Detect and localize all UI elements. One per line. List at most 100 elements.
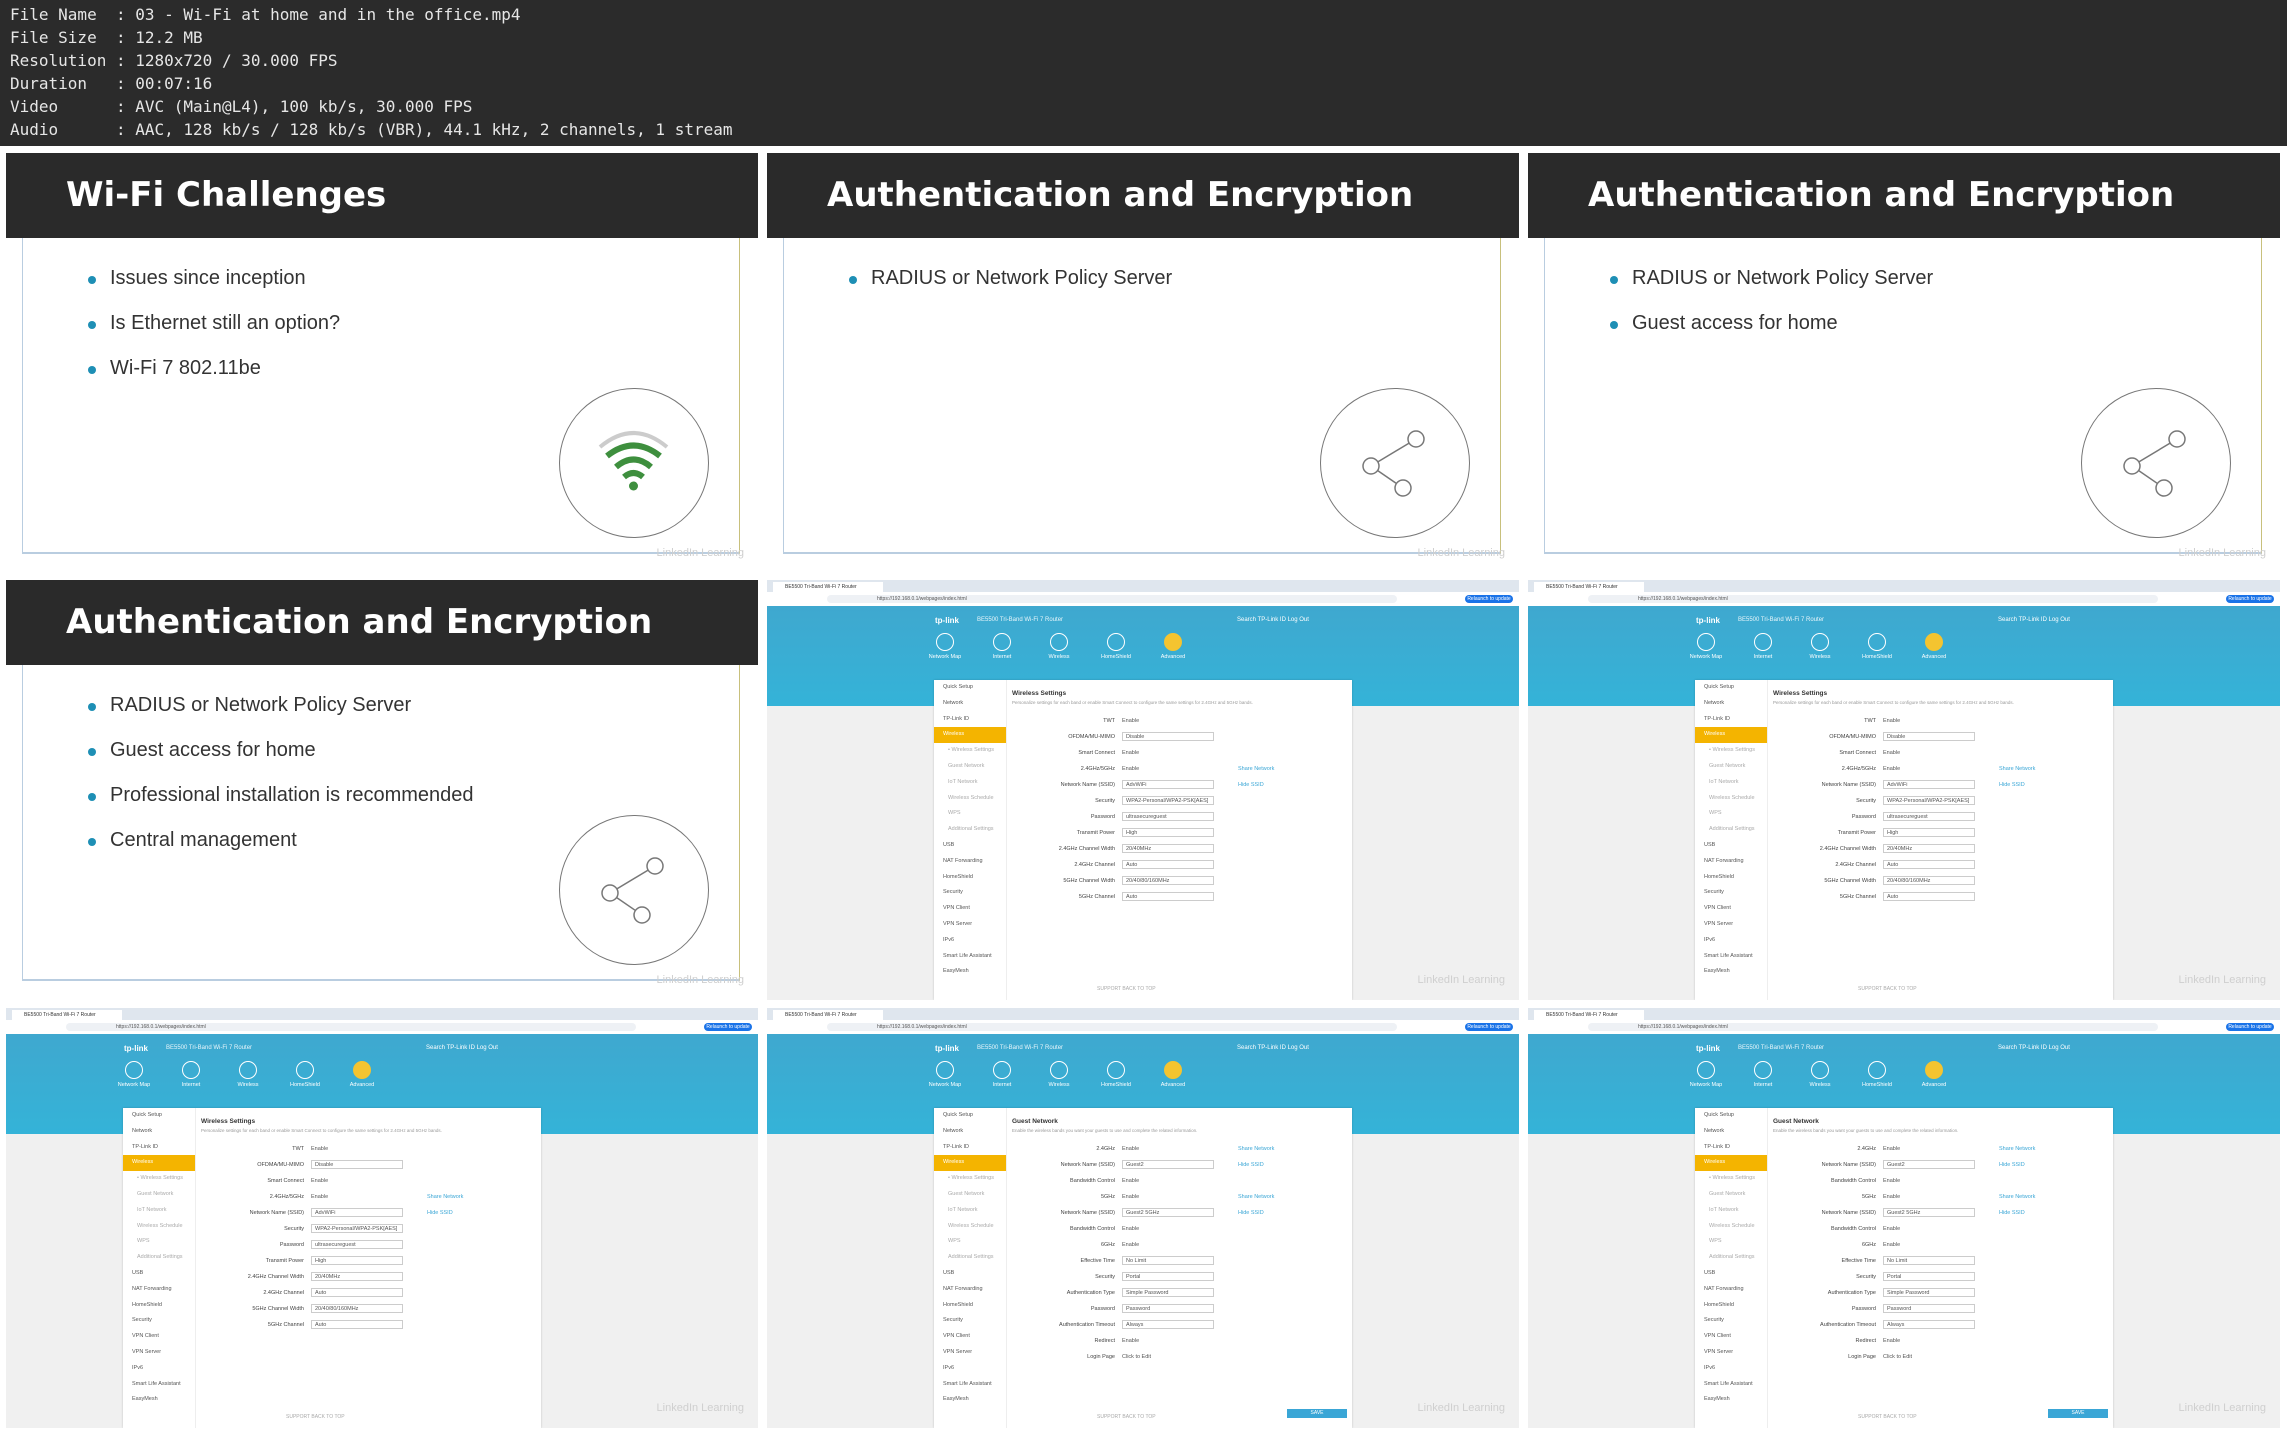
field-value[interactable]: ultrasecureguest bbox=[1122, 812, 1214, 821]
sidebar-item[interactable]: WPS bbox=[934, 806, 1006, 822]
nav-network-map[interactable]: Network Map bbox=[1683, 1061, 1729, 1088]
sidebar-item[interactable]: NAT Forwarding bbox=[123, 1282, 195, 1298]
sidebar-item[interactable]: Wireless Schedule bbox=[934, 791, 1006, 807]
sidebar-item[interactable]: USB bbox=[1695, 838, 1767, 854]
field-value[interactable]: High bbox=[1122, 828, 1214, 837]
field-value[interactable]: Enable bbox=[1122, 1226, 1139, 1232]
sidebar-item[interactable]: Guest Network bbox=[1695, 759, 1767, 775]
field-value[interactable]: Enable bbox=[1122, 1146, 1139, 1152]
sidebar-item[interactable]: HomeShield bbox=[123, 1298, 195, 1314]
field-value[interactable]: No Limit bbox=[1883, 1256, 1975, 1265]
field-value[interactable]: Auto bbox=[1883, 860, 1975, 869]
header-links[interactable]: Search TP-Link ID Log Out bbox=[426, 1045, 498, 1051]
sidebar-item[interactable]: IoT Network bbox=[934, 1203, 1006, 1219]
field-value[interactable]: Auto bbox=[1883, 892, 1975, 901]
panel-footer[interactable]: SUPPORT BACK TO TOP bbox=[1858, 1414, 1917, 1420]
field-value[interactable]: Password bbox=[1122, 1304, 1214, 1313]
relaunch-button[interactable]: Relaunch to update bbox=[2226, 595, 2274, 603]
sidebar-item[interactable]: WPS bbox=[1695, 1234, 1767, 1250]
sidebar-item[interactable]: VPN Client bbox=[123, 1329, 195, 1345]
field-value[interactable]: 20/40MHz bbox=[311, 1272, 403, 1281]
url-field[interactable]: https://192.168.0.1/webpages/index.html bbox=[1588, 1023, 2158, 1031]
field-value[interactable]: Guest2 bbox=[1883, 1160, 1975, 1169]
panel-footer[interactable]: SUPPORT BACK TO TOP bbox=[1097, 986, 1156, 992]
url-field[interactable]: https://192.168.0.1/webpages/index.html bbox=[66, 1023, 636, 1031]
sidebar-item[interactable]: Network bbox=[1695, 696, 1767, 712]
sidebar-item[interactable]: Security bbox=[1695, 885, 1767, 901]
header-links[interactable]: Search TP-Link ID Log Out bbox=[1998, 617, 2070, 623]
field-extra[interactable]: Hide SSID bbox=[1238, 1210, 1264, 1216]
field-extra[interactable]: Hide SSID bbox=[427, 1210, 453, 1216]
sidebar-item[interactable]: Smart Life Assistant bbox=[1695, 949, 1767, 965]
sidebar-item[interactable]: EasyMesh bbox=[1695, 964, 1767, 980]
sidebar-item[interactable]: TP-Link ID bbox=[1695, 1140, 1767, 1156]
sidebar-item[interactable]: Smart Life Assistant bbox=[123, 1377, 195, 1393]
save-button[interactable]: SAVE bbox=[2048, 1409, 2108, 1418]
nav-network-map[interactable]: Network Map bbox=[111, 1061, 157, 1088]
sidebar-item[interactable]: IPv6 bbox=[934, 1361, 1006, 1377]
sidebar-item[interactable]: IoT Network bbox=[1695, 1203, 1767, 1219]
field-value[interactable]: Enable bbox=[1883, 1146, 1900, 1152]
field-value[interactable]: 20/40MHz bbox=[1883, 844, 1975, 853]
relaunch-button[interactable]: Relaunch to update bbox=[2226, 1023, 2274, 1031]
nav-internet[interactable]: Internet bbox=[979, 633, 1025, 660]
sidebar-item[interactable]: Security bbox=[123, 1313, 195, 1329]
sidebar-item[interactable]: VPN Server bbox=[934, 917, 1006, 933]
field-extra[interactable]: Hide SSID bbox=[1999, 782, 2025, 788]
sidebar-item[interactable]: VPN Server bbox=[123, 1345, 195, 1361]
field-extra[interactable]: Share Network bbox=[427, 1194, 463, 1200]
sidebar-item[interactable]: Quick Setup bbox=[1695, 680, 1767, 696]
nav-internet[interactable]: Internet bbox=[1740, 1061, 1786, 1088]
field-value[interactable]: High bbox=[1883, 828, 1975, 837]
sidebar-item[interactable]: Additional Settings bbox=[1695, 822, 1767, 838]
browser-tab[interactable]: BE5500 Tri-Band Wi-Fi 7 Router bbox=[12, 1010, 122, 1020]
url-field[interactable]: https://192.168.0.1/webpages/index.html bbox=[1588, 595, 2158, 603]
sidebar-item[interactable]: Quick Setup bbox=[934, 1108, 1006, 1124]
sidebar-item[interactable]: Wireless bbox=[123, 1155, 195, 1172]
field-value[interactable]: Auto bbox=[1122, 860, 1214, 869]
field-extra[interactable]: Share Network bbox=[1238, 1194, 1274, 1200]
sidebar-item[interactable]: NAT Forwarding bbox=[934, 854, 1006, 870]
sidebar-item[interactable]: VPN Server bbox=[934, 1345, 1006, 1361]
field-extra[interactable]: Hide SSID bbox=[1999, 1210, 2025, 1216]
sidebar-item[interactable]: • Wireless Settings bbox=[123, 1171, 195, 1187]
sidebar-item[interactable]: Wireless bbox=[1695, 1155, 1767, 1172]
sidebar-item[interactable]: IPv6 bbox=[1695, 933, 1767, 949]
sidebar-item[interactable]: • Wireless Settings bbox=[934, 1171, 1006, 1187]
sidebar-item[interactable]: EasyMesh bbox=[934, 1392, 1006, 1408]
sidebar-item[interactable]: Guest Network bbox=[934, 759, 1006, 775]
sidebar-item[interactable]: USB bbox=[123, 1266, 195, 1282]
sidebar-item[interactable]: VPN Server bbox=[1695, 1345, 1767, 1361]
sidebar-item[interactable]: Security bbox=[934, 1313, 1006, 1329]
sidebar-item[interactable]: EasyMesh bbox=[934, 964, 1006, 980]
header-links[interactable]: Search TP-Link ID Log Out bbox=[1237, 617, 1309, 623]
sidebar-item[interactable]: VPN Client bbox=[1695, 1329, 1767, 1345]
nav-advanced[interactable]: Advanced bbox=[1911, 633, 1957, 660]
sidebar-item[interactable]: TP-Link ID bbox=[934, 1140, 1006, 1156]
field-value[interactable]: Enable bbox=[1883, 766, 1900, 772]
browser-tab[interactable]: BE5500 Tri-Band Wi-Fi 7 Router bbox=[773, 1010, 883, 1020]
field-value[interactable]: Password bbox=[1883, 1304, 1975, 1313]
sidebar-item[interactable]: Network bbox=[1695, 1124, 1767, 1140]
nav-network-map[interactable]: Network Map bbox=[1683, 633, 1729, 660]
sidebar-item[interactable]: TP-Link ID bbox=[934, 712, 1006, 728]
sidebar-item[interactable]: Wireless bbox=[934, 727, 1006, 744]
field-value[interactable]: 20/40/80/160MHz bbox=[1122, 876, 1214, 885]
sidebar-item[interactable]: Wireless bbox=[1695, 727, 1767, 744]
sidebar-item[interactable]: NAT Forwarding bbox=[1695, 1282, 1767, 1298]
sidebar-item[interactable]: Wireless Schedule bbox=[1695, 791, 1767, 807]
field-value[interactable]: 20/40/80/160MHz bbox=[1883, 876, 1975, 885]
field-value[interactable]: ultrasecureguest bbox=[1883, 812, 1975, 821]
sidebar-item[interactable]: • Wireless Settings bbox=[934, 743, 1006, 759]
sidebar-item[interactable]: IoT Network bbox=[123, 1203, 195, 1219]
sidebar-item[interactable]: WPS bbox=[1695, 806, 1767, 822]
relaunch-button[interactable]: Relaunch to update bbox=[1465, 595, 1513, 603]
relaunch-button[interactable]: Relaunch to update bbox=[1465, 1023, 1513, 1031]
sidebar-item[interactable]: Guest Network bbox=[934, 1187, 1006, 1203]
sidebar-item[interactable]: VPN Client bbox=[934, 1329, 1006, 1345]
sidebar-item[interactable]: Quick Setup bbox=[123, 1108, 195, 1124]
field-value[interactable]: Auto bbox=[311, 1288, 403, 1297]
sidebar-item[interactable]: Wireless Schedule bbox=[934, 1219, 1006, 1235]
sidebar-item[interactable]: TP-Link ID bbox=[123, 1140, 195, 1156]
field-value[interactable]: Enable bbox=[311, 1178, 328, 1184]
